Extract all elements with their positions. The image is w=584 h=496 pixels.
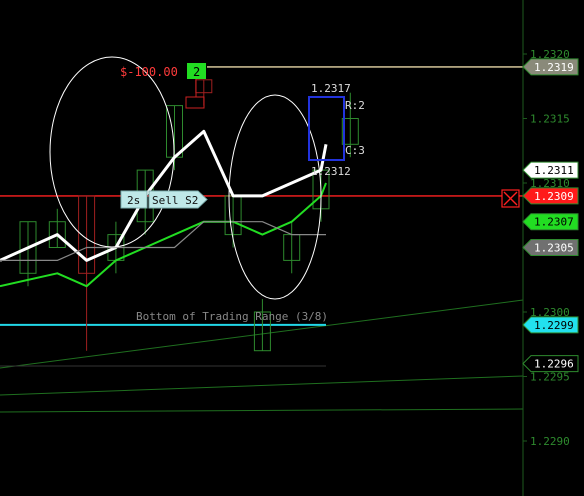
price-tag-label: 1.2307	[534, 216, 574, 229]
range-high-label: 1.2317	[311, 82, 351, 95]
price-tag-label: 1.2296	[534, 358, 574, 371]
price-tag-label: 1.2299	[534, 319, 574, 332]
range-low-label: 1.2312	[311, 165, 351, 178]
price-chart: 1.2317 1.2312 R:2 C:3 $-100.00 2 2s Sell…	[0, 0, 584, 496]
trade-qty-label: 2	[193, 65, 200, 79]
order-qty-label: 2s	[127, 194, 140, 207]
bottom-range-label: Bottom of Trading Range (3/8)	[136, 310, 328, 323]
price-tag-label: 1.2305	[534, 242, 574, 255]
trade-pnl-label: $-100.00	[120, 65, 178, 79]
axis-tick-label: 1.2295	[530, 371, 570, 384]
range-r-label: R:2	[345, 99, 365, 112]
price-tag-label: 1.2311	[534, 164, 574, 177]
price-tag-label: 1.2319	[534, 61, 574, 74]
axis-tick-label: 1.2315	[530, 113, 570, 126]
price-tag-label: 1.2309	[534, 190, 574, 203]
axis-tick-label: 1.2290	[530, 435, 570, 448]
order-name-label: Sell S2	[152, 194, 198, 207]
range-c-label: C:3	[345, 144, 365, 157]
